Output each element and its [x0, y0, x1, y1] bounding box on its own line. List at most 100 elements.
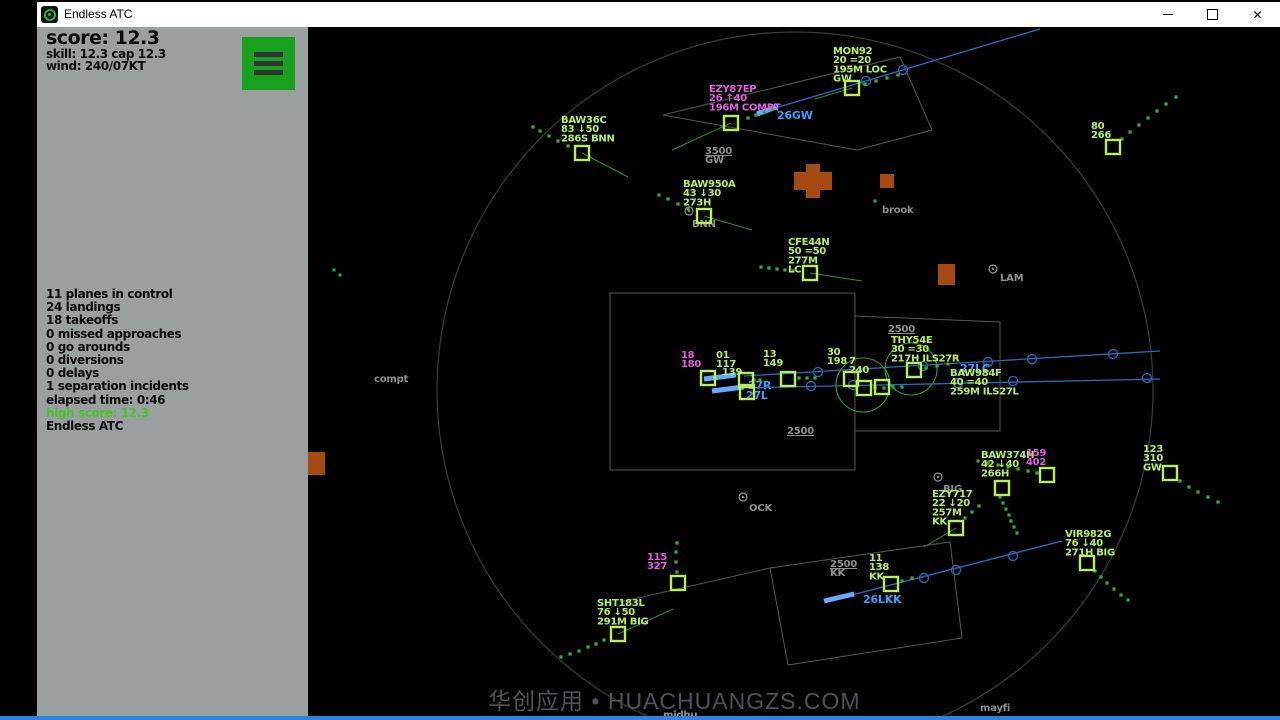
- minimize-icon: [1162, 14, 1173, 15]
- aircraft-BAW374H-trail-dot: [1009, 519, 1013, 523]
- ils-marker-circle: [1141, 372, 1153, 384]
- aircraft-BAW36C-trail-dot: [531, 125, 535, 129]
- aircraft-BAW374H-square[interactable]: [993, 479, 1011, 497]
- minimize-button[interactable]: [1145, 2, 1190, 27]
- titlebar: Endless ATC ✕: [37, 0, 1280, 27]
- aircraft-BAW950A-label[interactable]: BAW950A 43 ↓30 273H: [683, 179, 736, 208]
- app-window: Endless ATC ✕ score: 12.3 skill: 12.3 ca…: [0, 0, 1280, 720]
- aircraft-P159-trail-dot: [996, 463, 1000, 467]
- hamburger-bar: [254, 52, 283, 57]
- aircraft-CFE44N-trail-dot: [783, 268, 787, 272]
- maximize-button[interactable]: [1190, 2, 1235, 27]
- hamburger-icon: [254, 52, 283, 75]
- aircraft-CFE44N-trail-dot: [759, 265, 763, 269]
- aircraft-P159-label[interactable]: 159 402: [1026, 448, 1047, 468]
- aircraft-P80-trail-dot: [1155, 109, 1159, 113]
- close-icon: ✕: [1252, 7, 1263, 22]
- aircraft-EZY87EP-trail-dot: [754, 113, 758, 117]
- close-button[interactable]: ✕: [1235, 2, 1280, 27]
- aircraft-EZY717-vector: [923, 527, 957, 548]
- aircraft-VIR982G-trail-dot: [1112, 587, 1116, 591]
- aircraft-THY54E-trail-dot: [935, 364, 939, 368]
- aircraft-EZY717-trail-dot: [977, 504, 981, 508]
- waypoint-label-mayfi: mayfi: [980, 703, 1010, 714]
- aircraft-P30-label[interactable]: 30 198: [827, 347, 848, 367]
- maximize-icon: [1207, 9, 1218, 20]
- hamburger-bar: [254, 61, 283, 66]
- radar-surface[interactable]: 250025003500 GW2500 KK27R27L26GW26LKK27LCL…: [308, 27, 1280, 720]
- waypoint-label-compt: compt: [374, 374, 409, 385]
- stats-block: 11 planes in control 24 landings 18 takeof…: [46, 287, 189, 433]
- aircraft-P13-trail-dot: [805, 376, 809, 380]
- app-icon: [41, 6, 58, 23]
- aircraft-P159-trail-dot: [1006, 465, 1010, 469]
- aircraft-P18-label[interactable]: 18 180: [681, 350, 702, 370]
- aircraft-P115-trail-dot: [674, 550, 678, 554]
- runway-label-26GW: 26GW: [777, 109, 813, 122]
- ils-marker-circle: [918, 572, 930, 584]
- aircraft-P115-trail-dot: [675, 570, 679, 574]
- aircraft-P139-label[interactable]: 139: [722, 367, 743, 378]
- aircraft-P80-trail-dot: [1164, 102, 1168, 106]
- aircraft-P240-trail-dot: [882, 386, 886, 390]
- aircraft-P123-square[interactable]: [1161, 464, 1179, 482]
- aircraft-P123-label[interactable]: 123 310 GW: [1143, 444, 1164, 473]
- menu-button[interactable]: [242, 37, 295, 90]
- aircraft-VIR982G-trail-dot: [1105, 581, 1109, 585]
- aircraft-BAW36C-trail-dot: [547, 134, 551, 138]
- ils-marker-circle: [1007, 375, 1019, 387]
- waypoint-label-BNN: BNN: [692, 219, 716, 230]
- aircraft-P11KK-trail-dot: [910, 576, 914, 580]
- stat-lines: 11 planes in control 24 landings 18 takeof…: [46, 287, 189, 407]
- aircraft-P80-trail-dot: [1174, 95, 1178, 99]
- radar-display[interactable]: 2500 2500 3500 GW 2500 KK 27R 27L 26GW 26LKK 27LC L…: [308, 27, 1280, 720]
- aircraft-P159-trail-dot: [1016, 467, 1020, 471]
- app-icon-dot: [48, 13, 51, 16]
- aircraft-SHT183L-label[interactable]: SHT183L 76 ↓50 291M BIG: [597, 598, 649, 627]
- aircraft-P240-label[interactable]: 7 240: [849, 356, 870, 376]
- aircraft-MON92-trail-dot: [885, 76, 889, 80]
- waypoint-label-brook: brook: [882, 205, 914, 216]
- aircraft-BAW36C-trail-dot: [538, 129, 542, 133]
- aircraft-P115-label[interactable]: 115 327: [647, 552, 668, 572]
- aircraft-SHT183L-trail-dot: [586, 645, 590, 649]
- aircraft-P80-trail-dot: [1128, 130, 1132, 134]
- aircraft-P123-trail-dot: [1206, 495, 1210, 499]
- aircraft-SHT183L-trail-dot: [602, 638, 606, 642]
- aircraft-P240-trail-dot: [891, 385, 895, 389]
- aircraft-P80-label[interactable]: 80 266: [1091, 121, 1112, 141]
- aircraft-SHT183L-trail-dot: [577, 649, 581, 653]
- aircraft-THY54E-trail-dot: [924, 366, 928, 370]
- obstacle-marker: [938, 264, 955, 285]
- aircraft-P80-square[interactable]: [1104, 138, 1122, 156]
- aircraft-THY54E-label[interactable]: THY54E 30 =30 217H ILS27R: [891, 335, 960, 364]
- stat-line: 0 missed approaches: [46, 326, 182, 341]
- ils-marker-circle: [950, 564, 962, 576]
- aircraft-EZY717-trail-dot: [963, 516, 967, 520]
- aircraft-MON92-label[interactable]: MON92 20 =20 195M LOC GW: [833, 46, 887, 85]
- aircraft-P159-square[interactable]: [1038, 466, 1056, 484]
- aircraft-SHT183L-trail-dot: [559, 655, 563, 659]
- stat-line: 18 takeoffs: [46, 313, 118, 328]
- aircraft-P115-trail-dot: [675, 541, 679, 545]
- obstacle-marker: [308, 452, 325, 475]
- waypoint-LAM-icon-dot: [991, 267, 995, 271]
- mva-sector-label: 2500: [787, 426, 814, 437]
- aircraft-P13-trail-dot: [813, 376, 817, 380]
- waypoint-label-LAM: LAM: [1000, 273, 1024, 284]
- aircraft-BAW36C-label[interactable]: BAW36C 83 ↓50 286S BNN: [561, 115, 615, 144]
- sidebar: score: 12.3 skill: 12.3 cap 12.3 wind: 2…: [37, 27, 308, 720]
- aircraft-P159-trail-dot: [1026, 469, 1030, 473]
- aircraft-CFE44N-label[interactable]: CFE44N 50 =50 277M LC: [788, 237, 830, 276]
- runway-bar-26LKK: [823, 591, 855, 604]
- aircraft-BAW984F-square[interactable]: [873, 378, 891, 396]
- aircraft-P240-trail-dot: [900, 385, 904, 389]
- mva-sector-label: 3500 GW: [705, 146, 732, 166]
- aircraft-BAW374H-trail-dot: [1012, 525, 1016, 529]
- aircraft-VIR982G-label[interactable]: VIR982G 76 ↓40 271H BIG: [1065, 529, 1115, 558]
- aircraft-BAW374H-trail-dot: [1007, 513, 1011, 517]
- aircraft-P13-label[interactable]: 13 149: [763, 349, 784, 369]
- aircraft-P159-trail-dot: [986, 461, 990, 465]
- score-text: score: 12.3: [46, 27, 160, 49]
- aircraft-P11KK-trail-dot: [900, 579, 904, 583]
